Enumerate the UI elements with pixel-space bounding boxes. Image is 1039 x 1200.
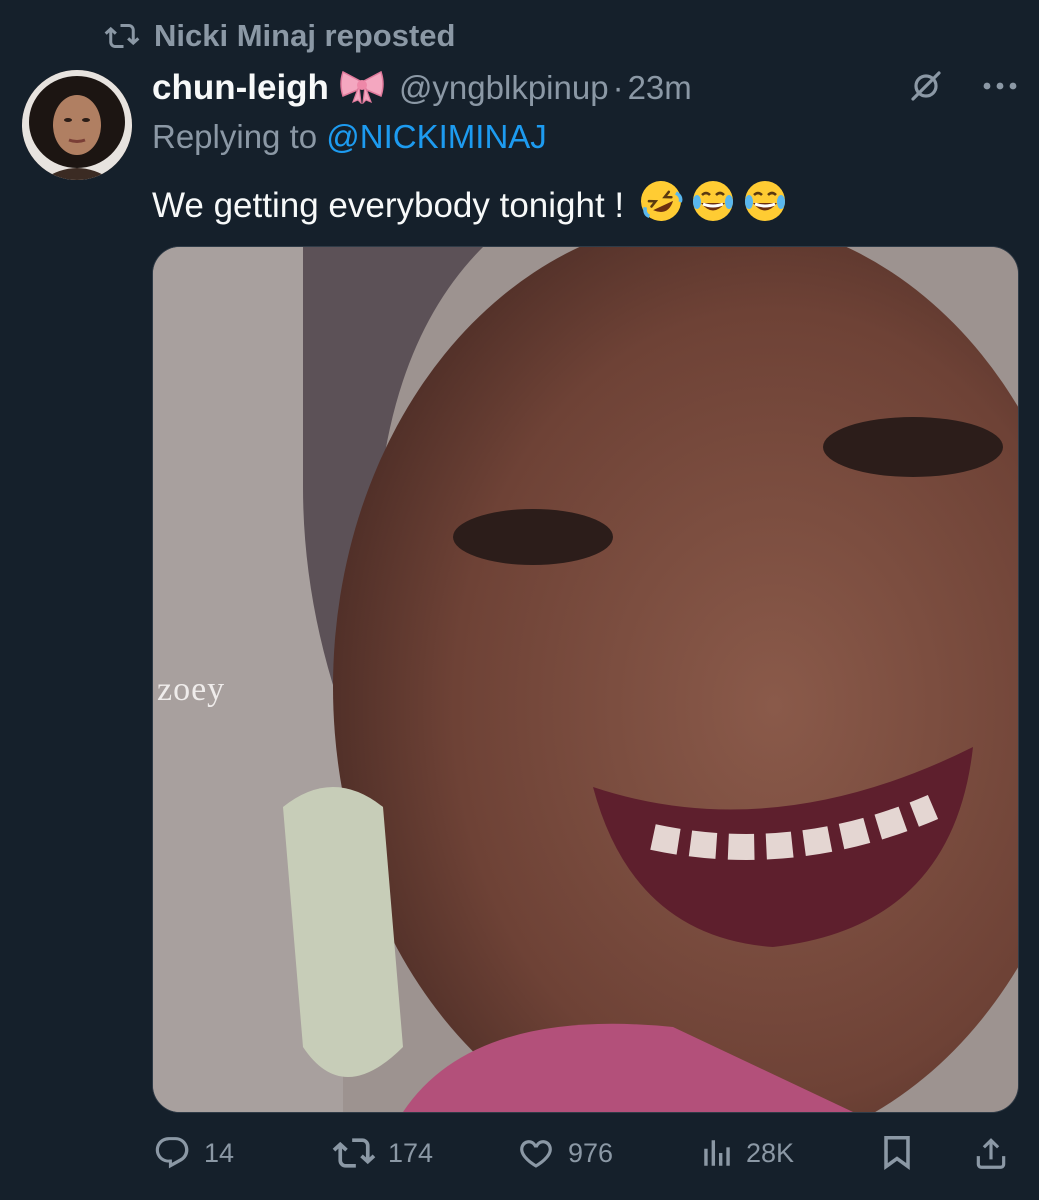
tears-of-joy-icon	[742, 178, 788, 233]
more-options-icon[interactable]	[981, 79, 1019, 97]
heart-icon	[516, 1134, 556, 1172]
avatar[interactable]	[22, 70, 132, 180]
repost-label: Nicki Minaj reposted	[154, 18, 456, 53]
share-button[interactable]	[972, 1128, 1010, 1178]
repost-indicator[interactable]: Nicki Minaj reposted	[104, 16, 455, 56]
rolling-on-floor-laughing-icon	[638, 178, 684, 233]
reply-prefix: Replying to	[152, 118, 318, 155]
repost-button[interactable]: 174	[332, 1128, 433, 1178]
reply-icon	[152, 1134, 192, 1172]
repost-icon	[332, 1134, 376, 1172]
repost-icon	[104, 21, 140, 51]
tweet-header: chun-leigh @yngblkpinup · 23m	[152, 66, 692, 110]
views-count: 28K	[746, 1137, 795, 1168]
repost-count: 174	[388, 1137, 434, 1168]
tweet-action-bar: 14 174 976 28K	[152, 1128, 1017, 1178]
tweet-top-actions	[909, 68, 1019, 107]
replying-to: Replying to @NICKIMINAJ	[152, 118, 547, 156]
tears-of-joy-icon	[690, 178, 736, 233]
timestamp[interactable]: 23m	[628, 69, 692, 107]
media-watermark: zoey	[157, 671, 226, 708]
reply-button[interactable]: 14	[152, 1128, 234, 1178]
bookmark-icon	[880, 1133, 914, 1173]
like-button[interactable]: 976	[516, 1128, 613, 1178]
grok-icon[interactable]	[909, 68, 943, 107]
tweet-media-image[interactable]: zoey	[152, 246, 1019, 1113]
reply-mention-link[interactable]: @NICKIMINAJ	[326, 118, 547, 155]
emoji-group	[638, 178, 788, 233]
reply-count: 14	[204, 1137, 235, 1168]
share-icon	[972, 1133, 1010, 1173]
bookmark-button[interactable]	[880, 1128, 914, 1178]
tweet-body: We getting everybody tonight !	[152, 178, 788, 233]
ribbon-bow-icon	[339, 68, 385, 109]
separator-dot: ·	[612, 69, 624, 106]
like-count: 976	[568, 1137, 614, 1168]
views-button[interactable]: 28K	[700, 1128, 794, 1178]
tweet-text: We getting everybody tonight !	[152, 185, 625, 225]
display-name[interactable]: chun-leigh	[152, 68, 329, 108]
user-handle[interactable]: @yngblkpinup	[399, 69, 609, 107]
analytics-icon	[700, 1136, 734, 1170]
